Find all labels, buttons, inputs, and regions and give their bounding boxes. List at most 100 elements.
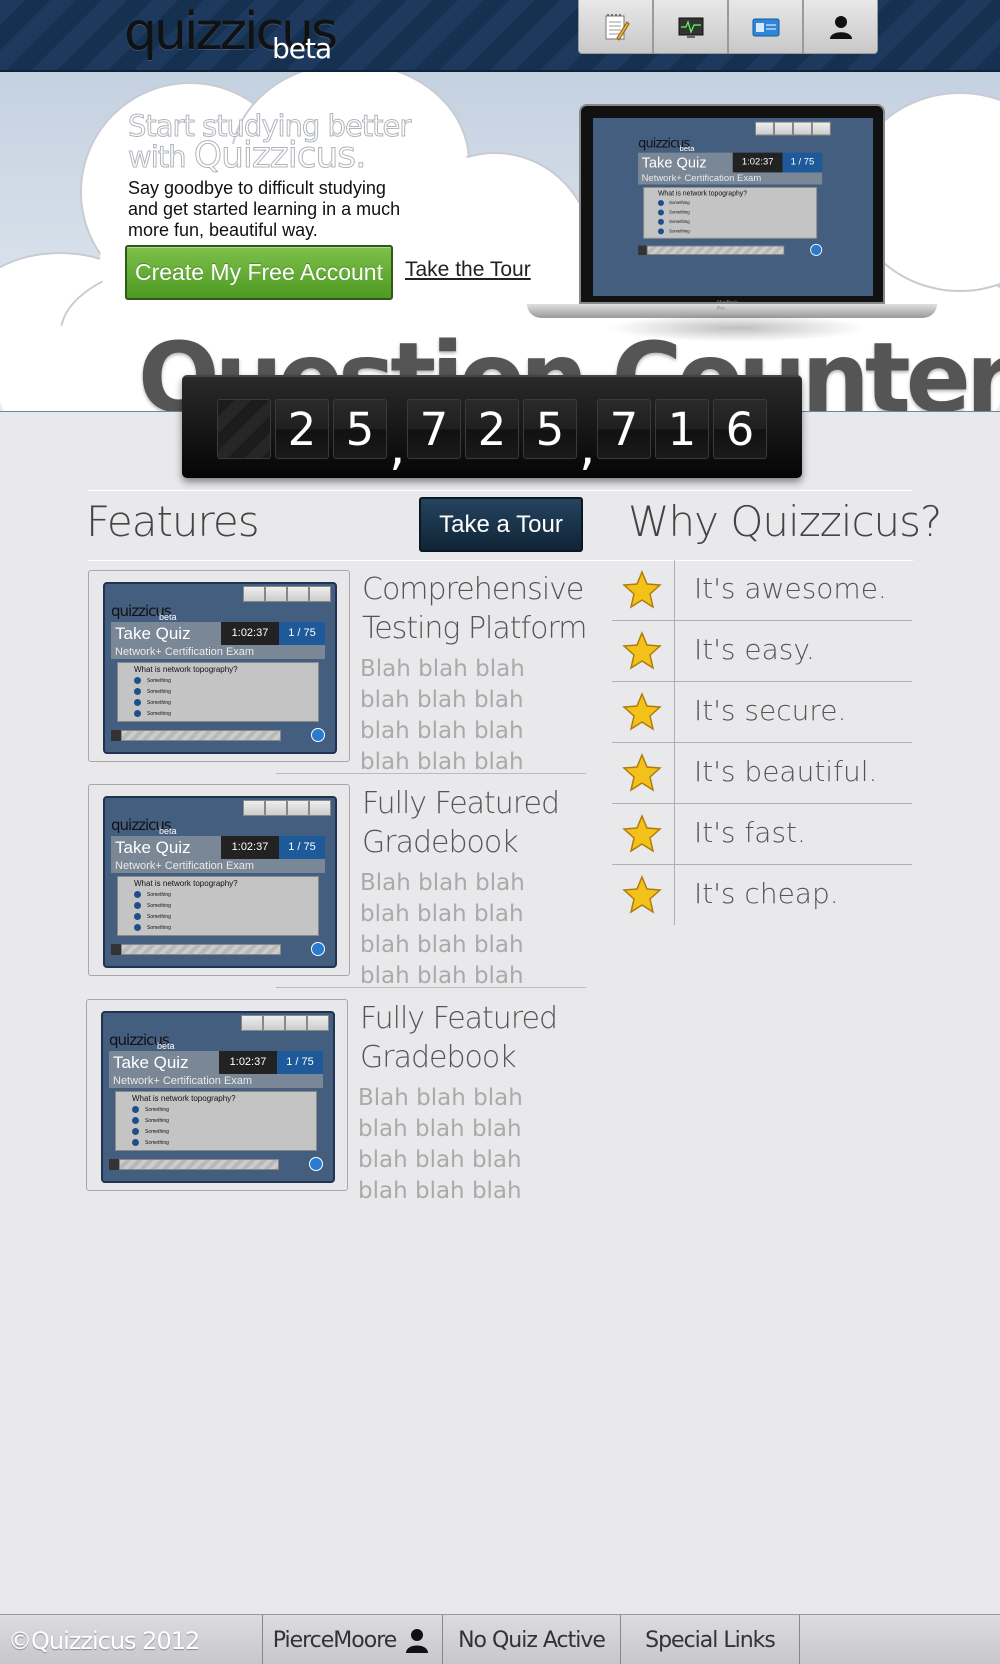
mini-progress: 1 / 75 [782, 152, 823, 173]
footer-username: PierceMoore [272, 1627, 398, 1653]
why-item: It's beautiful. [612, 743, 912, 804]
mini-title: Take Quiz [111, 622, 221, 645]
mini-progress-bar [646, 245, 785, 256]
nav-monitor-button[interactable] [653, 0, 728, 54]
section-divider [88, 490, 913, 491]
feature-title: Fully Featured Gradebook [360, 1001, 558, 1075]
counter-digit: 6 [713, 399, 767, 459]
mini-option: Something [132, 1106, 169, 1113]
mini-option: Something [658, 228, 690, 234]
user-icon [406, 1629, 429, 1653]
counter-comma: , [579, 417, 596, 477]
copyright: ©Quizzicus 2012 [8, 1627, 200, 1655]
mini-option: Something [134, 677, 171, 684]
mini-option: Something [134, 891, 171, 898]
feature-card: quizzicus beta Take Quiz 1:02:37 1 / 75 … [86, 999, 586, 1209]
footer: ©Quizzicus 2012 PierceMoore No Quiz Acti… [0, 1614, 1000, 1664]
headline-brand: Quizzicus. [193, 135, 367, 176]
mini-beta: beta [679, 144, 695, 153]
nav-notepad-button[interactable] [578, 0, 653, 54]
footer-user[interactable]: PierceMoore [262, 1615, 442, 1664]
mini-option: Something [134, 913, 171, 920]
mini-beta: beta [159, 826, 177, 836]
feature-divider [276, 773, 586, 774]
hero-section: Start studying better with Quizzicus. Sa… [0, 72, 1000, 412]
why-item: It's secure. [612, 682, 912, 743]
counter-comma: , [389, 417, 406, 477]
feature-description: Blah blah blah blah blah blah blah blah … [360, 656, 525, 775]
feature-screenshot-frame: quizzicus beta Take Quiz 1:02:37 1 / 75 … [88, 784, 350, 976]
mini-question-box: What is network topography? Something So… [643, 187, 818, 239]
mini-next-icon [311, 942, 325, 956]
mini-option: Something [134, 699, 171, 706]
nav-user-button[interactable] [803, 0, 878, 54]
mini-question: What is network topography? [134, 879, 238, 888]
mini-timer: 1:02:37 [221, 622, 279, 645]
mini-option: Something [134, 710, 171, 717]
why-item-text: It's awesome. [694, 572, 887, 605]
mini-option: Something [132, 1128, 169, 1135]
take-tour-link[interactable]: Take the Tour [405, 258, 531, 282]
mini-question-box: What is network topography? Something So… [115, 1091, 317, 1151]
feature-divider [276, 987, 586, 988]
laptop-screen: quizzicus beta Take Quiz 1:02:37 1 / 75 … [593, 118, 873, 296]
counter-digit: 7 [597, 399, 651, 459]
mini-nav [755, 121, 831, 136]
mini-timer: 1:02:37 [732, 152, 783, 173]
nav-id-card-button[interactable] [728, 0, 803, 54]
why-item: It's awesome. [612, 560, 912, 621]
counter-digit: 1 [655, 399, 709, 459]
mini-beta: beta [157, 1041, 175, 1051]
mini-title: Take Quiz [111, 836, 221, 859]
why-item-text: It's easy. [694, 633, 815, 666]
logo[interactable]: quizzicus beta [124, 2, 338, 65]
mini-next-icon [810, 243, 823, 256]
mini-progress-bar [121, 944, 281, 955]
monitor-icon [678, 17, 703, 38]
mini-timer: 1:02:37 [219, 1051, 277, 1074]
counter-digit: 7 [407, 399, 461, 459]
take-a-tour-button[interactable]: Take a Tour [419, 497, 583, 552]
create-account-button[interactable]: Create My Free Account [125, 245, 393, 300]
mini-progress: 1 / 75 [279, 622, 325, 645]
user-icon [829, 15, 852, 39]
feature-card: quizzicus beta Take Quiz 1:02:37 1 / 75 … [88, 570, 588, 780]
counter-digit: 5 [523, 399, 577, 459]
counter-digit: 2 [465, 399, 519, 459]
mini-option: Something [132, 1139, 169, 1146]
why-title: Why Quizzicus? [628, 497, 942, 546]
star-icon [622, 570, 662, 609]
mini-next-icon [311, 728, 325, 742]
feature-screenshot: quizzicus beta Take Quiz 1:02:37 1 / 75 … [103, 582, 337, 754]
mini-title: Take Quiz [638, 152, 733, 173]
why-item: It's cheap. [612, 865, 912, 926]
hero-subtext: Say goodbye to difficult studying and ge… [128, 178, 401, 240]
mini-timer: 1:02:37 [221, 836, 279, 859]
id-card-icon [752, 18, 779, 36]
feature-screenshot: quizzicus beta Take Quiz 1:02:37 1 / 75 … [103, 796, 337, 968]
mini-exam: Network+ Certification Exam [111, 859, 325, 873]
star-icon [622, 753, 662, 792]
headline-prefix: with [128, 140, 194, 174]
counter-digit: 5 [333, 399, 387, 459]
top-bar: quizzicus beta [0, 0, 1000, 72]
counter-digit [217, 399, 271, 459]
feature-title: Comprehensive Testing Platform [362, 572, 587, 646]
feature-card: quizzicus beta Take Quiz 1:02:37 1 / 75 … [88, 784, 588, 994]
why-item-text: It's cheap. [694, 877, 839, 910]
feature-description: Blah blah blah blah blah blah blah blah … [358, 1085, 523, 1204]
mini-progress: 1 / 75 [279, 836, 325, 859]
why-item: It's easy. [612, 621, 912, 682]
mini-option: Something [658, 200, 690, 206]
why-item-text: It's beautiful. [694, 755, 878, 788]
mini-exam: Network+ Certification Exam [111, 645, 325, 659]
feature-screenshot-frame: quizzicus beta Take Quiz 1:02:37 1 / 75 … [88, 570, 350, 762]
mini-option: Something [134, 902, 171, 909]
mini-option: Something [134, 924, 171, 931]
mini-option: Something [132, 1117, 169, 1124]
footer-special-links[interactable]: Special Links [620, 1615, 800, 1664]
mini-option: Something [658, 219, 690, 225]
footer-quiz-status[interactable]: No Quiz Active [442, 1615, 620, 1664]
question-counter: 2 5 , 7 2 5 , 7 1 6 [182, 375, 802, 478]
star-icon [622, 814, 662, 853]
